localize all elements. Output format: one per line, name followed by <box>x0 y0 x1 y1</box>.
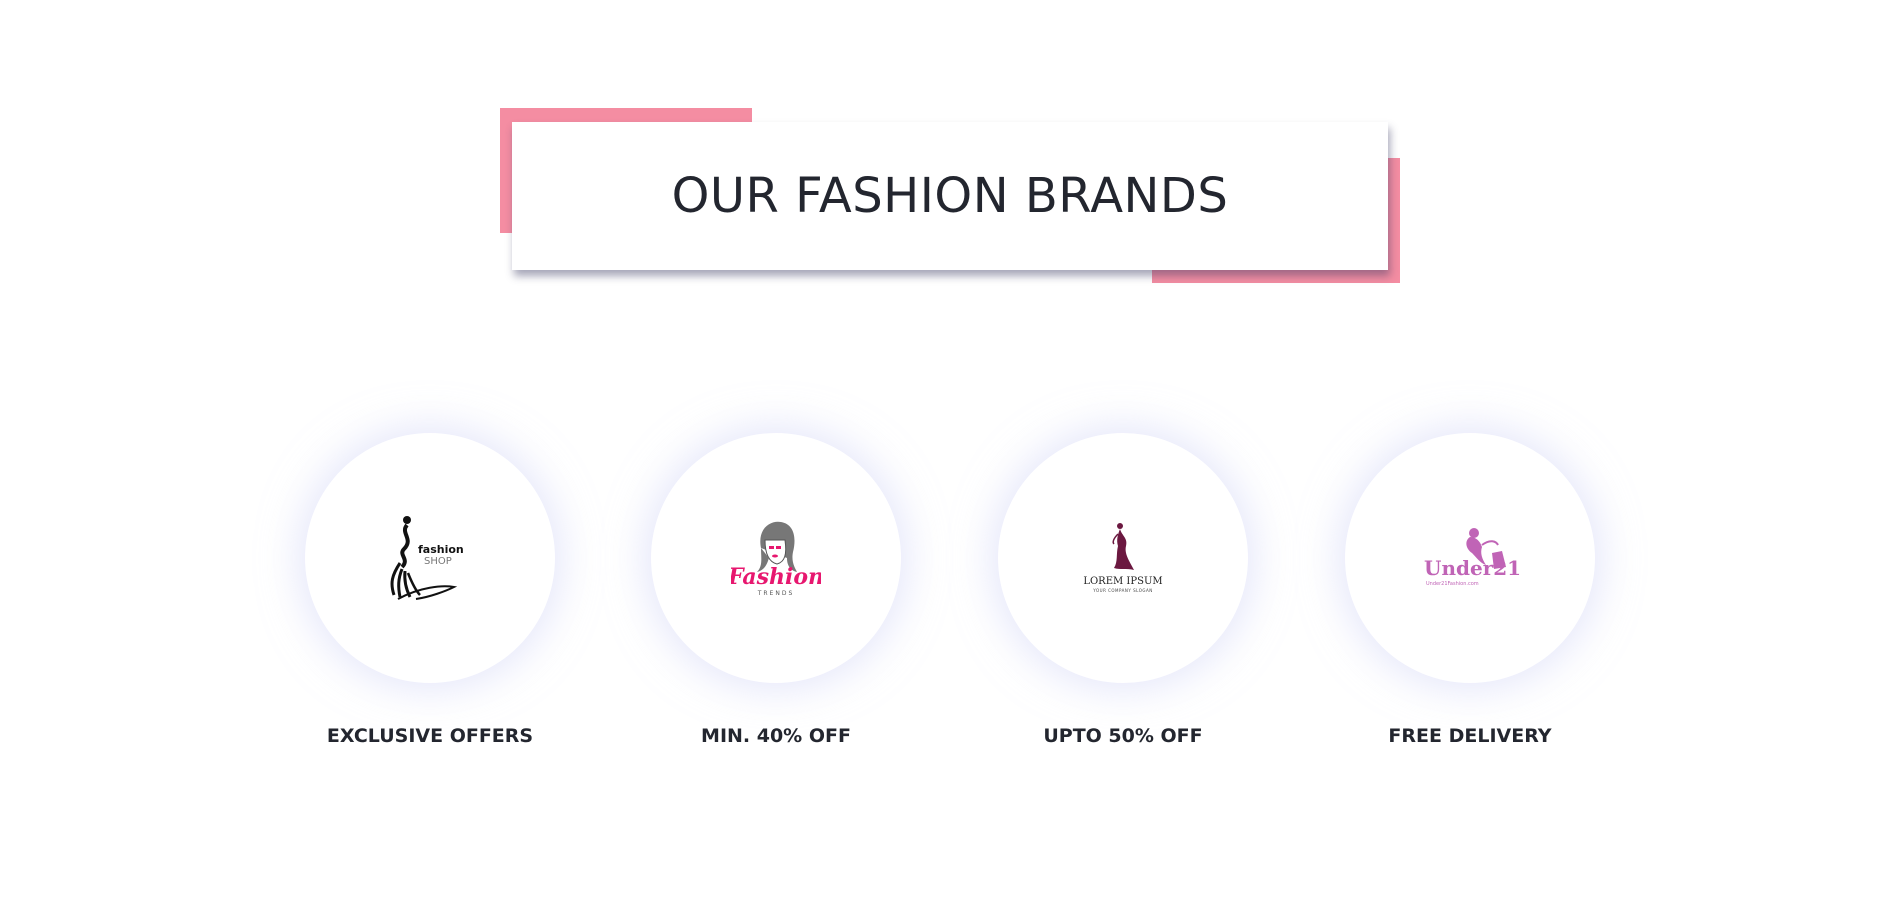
heading-box: OUR FASHION BRANDS <box>512 122 1388 270</box>
lorem-ipsum-logo-icon: LOREM IPSUM YOUR COMPANY SLOGAN <box>1083 523 1163 593</box>
brand-label[interactable]: FREE DELIVERY <box>1305 725 1635 747</box>
logo-text: fashion <box>418 543 464 556</box>
brand-label[interactable]: MIN. 40% OFF <box>611 725 941 747</box>
brand-label[interactable]: EXCLUSIVE OFFERS <box>265 725 595 747</box>
brand-logo-circle[interactable]: LOREM IPSUM YOUR COMPANY SLOGAN <box>998 433 1248 683</box>
logo-text: Fashion <box>731 564 821 590</box>
brand-card-under21[interactable]: Under21 Under21Fashion.com FREE DELIVERY <box>1345 433 1595 747</box>
brand-logo-circle[interactable]: Fashion TRENDS <box>651 433 901 683</box>
heading-block: OUR FASHION BRANDS <box>500 108 1400 288</box>
fashion-shop-logo-icon: fashion SHOP <box>390 516 464 600</box>
logo-subtext: SHOP <box>424 556 452 567</box>
logo-text: LOREM IPSUM <box>1083 576 1162 587</box>
under21-logo-icon: Under21 Under21Fashion.com <box>1424 528 1520 587</box>
brand-card-lorem-ipsum[interactable]: LOREM IPSUM YOUR COMPANY SLOGAN UPTO 50%… <box>998 433 1248 747</box>
brand-card-fashion-trends[interactable]: Fashion TRENDS MIN. 40% OFF <box>651 433 901 747</box>
fashion-trends-logo-icon: Fashion TRENDS <box>731 521 821 597</box>
brand-label[interactable]: UPTO 50% OFF <box>958 725 1288 747</box>
brand-logo-circle[interactable]: fashion SHOP <box>305 433 555 683</box>
brand-logo-circle[interactable]: Under21 Under21Fashion.com <box>1345 433 1595 683</box>
logo-subtext: Under21Fashion.com <box>1426 581 1479 587</box>
logo-text: Under21 <box>1424 556 1520 580</box>
section-title: OUR FASHION BRANDS <box>671 168 1229 224</box>
logo-subtext: YOUR COMPANY SLOGAN <box>1092 588 1152 593</box>
brands-section: OUR FASHION BRANDS fashion SHOP EXCLUSIV… <box>0 0 1891 906</box>
brand-card-fashion-shop[interactable]: fashion SHOP EXCLUSIVE OFFERS <box>305 433 555 747</box>
logo-subtext: TRENDS <box>757 590 795 597</box>
